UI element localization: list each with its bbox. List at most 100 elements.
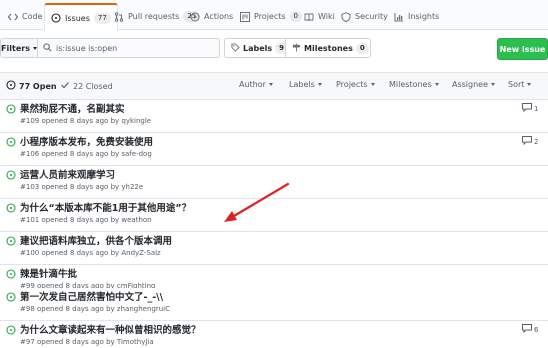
issue-row: 建议把语料库独立，供各个版本调用 #100 opened 8 days ago …: [0, 232, 548, 265]
milestones-label: Milestones: [304, 43, 353, 53]
issue-opened-icon: [6, 203, 16, 213]
chevron-down-icon: [268, 83, 273, 86]
author-label: Author: [239, 80, 266, 89]
assignee-label: Assignee: [452, 80, 489, 89]
issue-meta: #100 opened 8 days ago by AndyZ-Salz: [20, 249, 161, 257]
issue-meta: #109 opened 8 days ago by qykingle: [20, 117, 152, 125]
search-icon: [43, 42, 52, 54]
project-icon: [240, 11, 250, 22]
issues-list-header: 77 Open 22 Closed Author Labels Projects…: [0, 72, 548, 100]
play-icon: [190, 12, 200, 22]
projects-filter[interactable]: Projects: [336, 80, 375, 89]
milestones-button[interactable]: Milestones 0: [285, 38, 371, 58]
tab-actions[interactable]: Actions: [184, 3, 239, 30]
closed-count-label: 22 Closed: [73, 81, 113, 91]
labels-label: Labels: [243, 43, 273, 53]
assignee-filter[interactable]: Assignee: [452, 80, 496, 89]
milestones-counter: 0: [355, 42, 369, 54]
issue-opened-icon: [6, 269, 16, 279]
closed-issues-filter[interactable]: 22 Closed: [60, 80, 113, 92]
tag-icon: [231, 42, 240, 54]
issue-meta: #103 opened 8 days ago by yh22e: [20, 183, 144, 191]
issue-title[interactable]: 为什么文章读起来有一种似曾相识的感觉？: [20, 322, 201, 336]
search-field[interactable]: [37, 38, 220, 58]
new-issue-button[interactable]: New issue: [497, 38, 548, 60]
tab-label: Projects: [254, 12, 286, 21]
issue-opened-icon: [6, 325, 16, 335]
issue-opened-icon: [6, 104, 16, 114]
tab-label: Actions: [204, 12, 234, 21]
repo-nav: Code Issues 77 Pull requests 25 Actions …: [0, 0, 548, 31]
issue-meta: #97 opened 8 days ago by TimothyJia: [20, 338, 154, 346]
issue-opened-icon: [6, 137, 16, 147]
issue-title[interactable]: 运营人员前来观摩学习: [20, 167, 115, 181]
tab-label: Issues: [65, 13, 90, 23]
chevron-down-icon: [317, 83, 322, 86]
open-issues-filter[interactable]: 77 Open: [6, 80, 57, 92]
issue-row: 果然狗屁不通，名副其实 #109 opened 8 days ago by qy…: [0, 100, 548, 133]
issue-opened-icon: [51, 13, 61, 23]
issue-title[interactable]: 果然狗屁不通，名副其实: [20, 101, 125, 115]
open-count-label: 77 Open: [19, 81, 57, 91]
milestone-icon: [292, 42, 301, 54]
issue-row: 运营人员前来观摩学习 #103 opened 8 days ago by yh2…: [0, 166, 548, 199]
author-filter[interactable]: Author: [239, 80, 273, 89]
git-pull-request-icon: [114, 11, 124, 22]
tab-projects[interactable]: Projects 0: [234, 3, 308, 30]
sort-label: Sort: [508, 80, 525, 89]
labels-filter[interactable]: Labels: [289, 80, 322, 89]
comment-count: 1: [534, 104, 539, 113]
comment-icon: [522, 103, 532, 114]
issue-meta: #106 opened 8 days ago by safe-dog: [20, 150, 152, 158]
issue-opened-icon: [6, 292, 16, 302]
issue-row: 第一次发自己居然害怕中文了-_-\\ #98 opened 8 days ago…: [0, 288, 548, 321]
issue-meta: #101 opened 8 days ago by weathon: [20, 216, 152, 224]
comments-link[interactable]: 2: [522, 136, 538, 147]
tab-insights[interactable]: Insights: [388, 3, 445, 30]
code-icon: [8, 12, 18, 22]
tab-label: Code: [22, 12, 43, 21]
issue-row: 为什么“本版本库不能1用于其他用途”？ #101 opened 8 days a…: [0, 199, 548, 232]
issue-row: 为什么文章读起来有一种似曾相识的感觉？ #97 opened 8 days ag…: [0, 321, 548, 348]
tab-label: Insights: [408, 12, 440, 21]
labels-button[interactable]: Labels 9: [224, 38, 289, 58]
filters-button[interactable]: Filters: [0, 38, 38, 58]
chevron-down-icon: [434, 83, 439, 86]
comment-icon: [522, 324, 532, 335]
issue-row: 小程序版本发布，免费安装使用 #106 opened 8 days ago by…: [0, 133, 548, 166]
tab-security[interactable]: Security: [335, 3, 394, 30]
tab-label: Pull requests: [128, 12, 180, 21]
tab-label: Wiki: [318, 12, 335, 21]
filters-label: Filters: [1, 43, 30, 53]
milestones-filter[interactable]: Milestones: [389, 80, 439, 89]
comments-link[interactable]: 6: [522, 324, 538, 335]
comments-link[interactable]: 1: [522, 103, 538, 114]
issue-opened-icon: [6, 80, 16, 92]
comment-icon: [522, 136, 532, 147]
search-input[interactable]: [56, 43, 216, 53]
issue-title[interactable]: 为什么“本版本库不能1用于其他用途”？: [20, 200, 191, 214]
chevron-down-icon: [491, 83, 496, 86]
issue-opened-icon: [6, 170, 16, 180]
issue-meta: #98 opened 8 days ago by zhanghengruiC: [20, 305, 170, 313]
shield-icon: [341, 11, 351, 22]
check-icon: [60, 80, 70, 92]
issue-title[interactable]: 辣是针滴牛批: [20, 266, 77, 280]
tab-label: Security: [355, 12, 388, 21]
labels-filter-label: Labels: [289, 80, 315, 89]
tab-code[interactable]: Code: [2, 3, 48, 30]
book-icon: [304, 12, 314, 22]
issue-title[interactable]: 建议把语料库独立，供各个版本调用: [20, 233, 172, 247]
issue-opened-icon: [6, 236, 16, 246]
graph-icon: [394, 12, 404, 22]
issue-title[interactable]: 小程序版本发布，免费安装使用: [20, 134, 153, 148]
sort-filter[interactable]: Sort: [508, 80, 532, 89]
milestones-filter-label: Milestones: [389, 80, 432, 89]
comment-count: 2: [534, 137, 539, 146]
projects-label: Projects: [336, 80, 368, 89]
chevron-down-icon: [370, 83, 375, 86]
issue-title[interactable]: 第一次发自己居然害怕中文了-_-\\: [20, 289, 163, 303]
chevron-down-icon: [527, 83, 532, 86]
tab-issues[interactable]: Issues 77: [44, 3, 118, 31]
comment-count: 6: [534, 325, 539, 334]
